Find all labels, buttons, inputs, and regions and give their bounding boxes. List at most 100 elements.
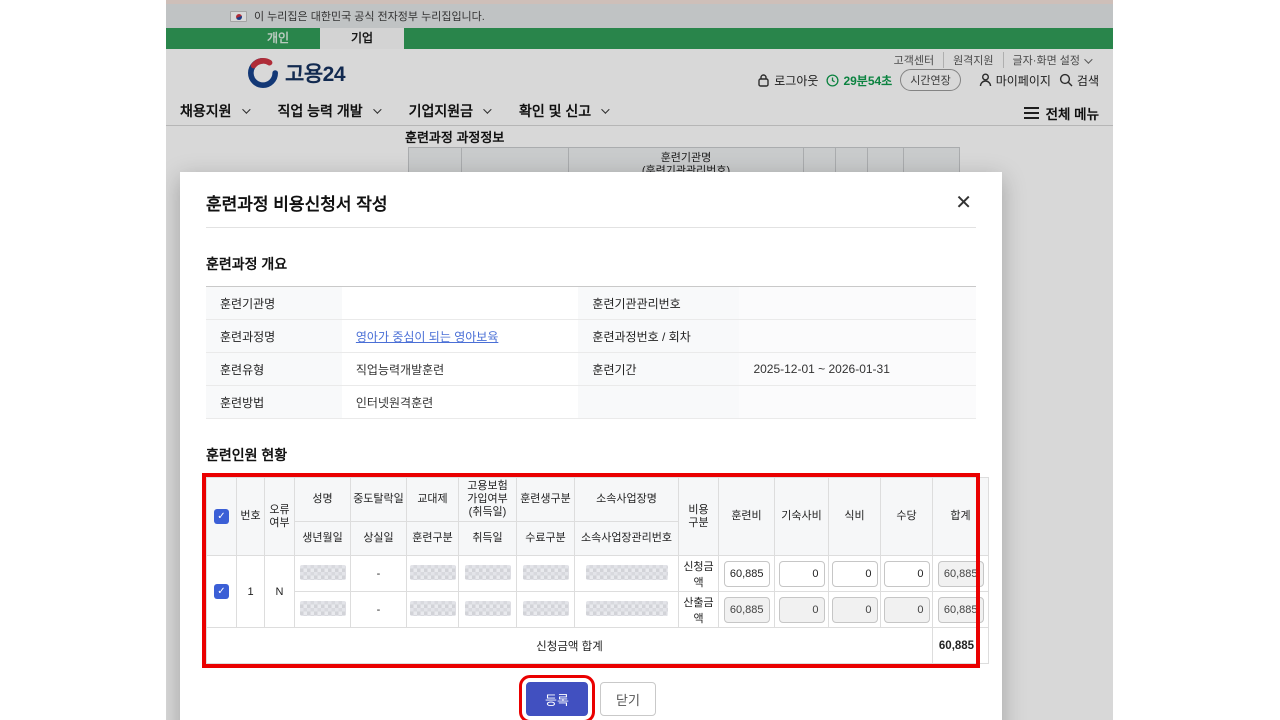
modal-button-row: 등록 닫기 — [206, 682, 976, 716]
table-row: 훈련과정명 영아가 중심이 되는 영아보육 훈련과정번호 / 회차 — [206, 320, 976, 353]
col-name: 성명 — [295, 478, 351, 522]
col-acq-date: 취득일 — [459, 522, 517, 556]
sum-label: 신청금액 합계 — [207, 628, 933, 664]
redacted-value — [465, 601, 511, 616]
col-insurance: 고용보험 가입여부 (취득일) — [459, 478, 517, 522]
masked-insurance — [459, 556, 517, 592]
allowance-cell — [881, 556, 933, 592]
table-header-row: 번호 오류 여부 성명 중도탈락일 교대제 고용보험 가입여부 (취득일) 훈련… — [207, 478, 989, 522]
row-dropout: - — [351, 556, 407, 592]
allowance-cell — [881, 592, 933, 628]
redacted-value — [523, 565, 569, 580]
request-lodging-input[interactable] — [779, 561, 825, 587]
masked-trainee — [517, 556, 575, 592]
close-button[interactable]: 닫기 — [600, 682, 656, 716]
calc-lodging-field — [779, 597, 825, 623]
request-total-field — [938, 561, 984, 587]
table-row: 훈련유형 직업능력개발훈련 훈련기간 2025-12-01 ~ 2026-01-… — [206, 353, 976, 386]
masked-completion — [517, 592, 575, 628]
masked-training-type — [407, 592, 459, 628]
overview-label: 훈련과정명 — [206, 320, 342, 353]
redacted-value — [523, 601, 569, 616]
overview-value: 인터넷원격훈련 — [342, 386, 579, 419]
overview-value: 2025-12-01 ~ 2026-01-31 — [739, 353, 976, 386]
select-all-checkbox[interactable] — [214, 509, 229, 524]
register-button[interactable]: 등록 — [526, 682, 588, 716]
overview-value: 영아가 중심이 되는 영아보육 — [342, 320, 579, 353]
redacted-value — [586, 601, 668, 616]
col-error: 오류 여부 — [265, 478, 295, 556]
redacted-value — [300, 565, 346, 580]
total-cell — [933, 592, 989, 628]
overview-label: 훈련기관관리번호 — [578, 287, 739, 320]
masked-workplace — [575, 556, 679, 592]
training-fee-cell — [719, 556, 775, 592]
course-name-link[interactable]: 영아가 중심이 되는 영아보육 — [356, 330, 498, 344]
browser-page: 이 누리집은 대한민국 공식 전자정부 누리집입니다. 개인 기업 고용24 고… — [166, 0, 1113, 720]
overview-label: 훈련기관명 — [206, 287, 342, 320]
overview-heading: 훈련과정 개요 — [206, 254, 976, 274]
col-training-fee: 훈련비 — [719, 478, 775, 556]
redacted-value — [410, 601, 456, 616]
overview-label: 훈련기간 — [578, 353, 739, 386]
meal-cell — [829, 556, 881, 592]
table-row: 훈련방법 인터넷원격훈련 — [206, 386, 976, 419]
col-total: 합계 — [933, 478, 989, 556]
calc-allowance-field — [884, 597, 930, 623]
col-workplace: 소속사업장명 — [575, 478, 679, 522]
masked-acq-date — [459, 592, 517, 628]
col-training-type: 훈련구분 — [407, 522, 459, 556]
row-loss: - — [351, 592, 407, 628]
masked-birth — [295, 592, 351, 628]
overview-label — [578, 386, 739, 419]
masked-workplace-no — [575, 592, 679, 628]
personnel-table: 번호 오류 여부 성명 중도탈락일 교대제 고용보험 가입여부 (취득일) 훈련… — [206, 477, 989, 664]
col-allowance: 수당 — [881, 478, 933, 556]
col-shift: 교대제 — [407, 478, 459, 522]
overview-value — [739, 287, 976, 320]
row-error: N — [265, 556, 295, 628]
col-completion: 수료구분 — [517, 522, 575, 556]
masked-shift — [407, 556, 459, 592]
cost-application-modal: 훈련과정 비용신청서 작성 ✕ 훈련과정 개요 훈련기관명 훈련기관관리번호 훈… — [180, 172, 1002, 720]
row-select-cell — [207, 556, 237, 628]
total-cell — [933, 556, 989, 592]
redacted-value — [465, 565, 511, 580]
screen: 이 누리집은 대한민국 공식 전자정부 누리집입니다. 개인 기업 고용24 고… — [0, 0, 1280, 720]
sum-row: 신청금액 합계 60,885 — [207, 628, 989, 664]
col-workplace-no: 소속사업장관리번호 — [575, 522, 679, 556]
overview-value — [739, 386, 976, 419]
lodging-cell — [775, 556, 829, 592]
col-loss: 상실일 — [351, 522, 407, 556]
close-icon[interactable]: ✕ — [951, 191, 976, 215]
lodging-cell — [775, 592, 829, 628]
masked-name — [295, 556, 351, 592]
col-trainee: 훈련생구분 — [517, 478, 575, 522]
training-fee-cell — [719, 592, 775, 628]
col-dropout: 중도탈락일 — [351, 478, 407, 522]
sum-value: 60,885 — [933, 628, 989, 664]
overview-value: 직업능력개발훈련 — [342, 353, 579, 386]
col-no: 번호 — [237, 478, 265, 556]
redacted-value — [586, 565, 668, 580]
table-row: 1 N - 신청금액 — [207, 556, 989, 592]
overview-value — [342, 287, 579, 320]
personnel-heading: 훈련인원 현황 — [206, 445, 976, 465]
calc-meal-field — [832, 597, 878, 623]
col-meal: 식비 — [829, 478, 881, 556]
overview-label: 훈련방법 — [206, 386, 342, 419]
row-checkbox[interactable] — [214, 584, 229, 599]
overview-label: 훈련과정번호 / 회차 — [578, 320, 739, 353]
table-row: - 산출금액 — [207, 592, 989, 628]
request-allowance-input[interactable] — [884, 561, 930, 587]
select-all-cell — [207, 478, 237, 556]
course-overview-table: 훈련기관명 훈련기관관리번호 훈련과정명 영아가 중심이 되는 영아보육 훈련과… — [206, 286, 976, 419]
request-training-fee-input[interactable] — [724, 561, 770, 587]
calc-training-fee-field — [724, 597, 770, 623]
redacted-value — [300, 601, 346, 616]
table-row: 훈련기관명 훈련기관관리번호 — [206, 287, 976, 320]
row-no: 1 — [237, 556, 265, 628]
personnel-table-annotation-box: 번호 오류 여부 성명 중도탈락일 교대제 고용보험 가입여부 (취득일) 훈련… — [206, 477, 976, 664]
request-meal-input[interactable] — [832, 561, 878, 587]
overview-label: 훈련유형 — [206, 353, 342, 386]
